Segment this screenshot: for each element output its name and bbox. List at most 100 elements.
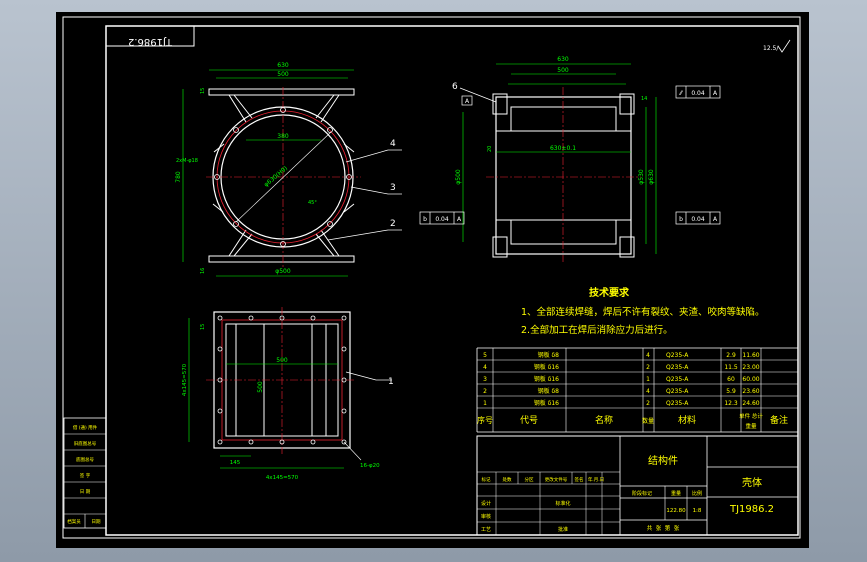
bom-row-no: 3 <box>483 376 487 383</box>
svg-text:A: A <box>713 90 718 97</box>
outer-frame <box>62 16 801 539</box>
side-dim-center: 630±0.1 <box>550 145 576 152</box>
tb-review: 审核 <box>481 513 491 520</box>
bom-row-material: Q235-A <box>666 400 689 407</box>
tech-req-line-2: 2.全部加工在焊后消除应力后进行。 <box>521 324 673 336</box>
bom-row-name: 钢板 δ16 <box>534 363 559 371</box>
bom-h-note: 备注 <box>770 414 788 426</box>
dim-small-bot: 16 <box>200 268 206 274</box>
left-strip: 借 (通) 用件 旧底图总号 底图总号 签 字 日 期 档案员 日期 <box>63 417 107 529</box>
bv-dim-left: 4x145=570 <box>182 363 188 396</box>
side-dim-top-outer: 630 <box>557 56 569 63</box>
callout-6: 6 <box>452 82 458 92</box>
svg-text:b: b <box>679 216 683 223</box>
callout-2: 2 <box>390 219 396 229</box>
bom-h-weight-bot: 重量 <box>745 422 757 430</box>
bom-h-no: 序号 <box>477 415 493 425</box>
bom-h-material: 材料 <box>678 414 696 426</box>
bom-row-qty: 4 <box>646 352 650 359</box>
bom-row-unit-wt: 12.3 <box>724 400 738 407</box>
tb-drawing-no: TJ1986.2 <box>729 504 774 515</box>
tb-group: 结构件 <box>648 454 678 467</box>
surface-finish-mark: 12.5/ <box>763 45 779 52</box>
svg-text:A: A <box>713 216 718 223</box>
strip-row-5: 日 期 <box>80 489 91 495</box>
tb-weight-val: 122.80 <box>666 508 686 514</box>
dim-left: 780 <box>175 171 182 183</box>
tb-design: 设计 <box>481 500 491 507</box>
bom-row-qty: 2 <box>646 400 650 407</box>
callout-4: 4 <box>390 139 396 149</box>
side-view: 630 500 630±0.1 φ500 φ630 φ530 14 20 A ⁄… <box>419 56 721 262</box>
tb-scale-val: 1:8 <box>693 508 702 514</box>
dim-top-outer: 630 <box>277 62 289 69</box>
bom-row-qty: 4 <box>646 388 650 395</box>
svg-text:b: b <box>423 216 427 223</box>
bom-h-name: 名称 <box>595 414 613 426</box>
svg-text:⁄⁄: ⁄⁄ <box>678 90 684 97</box>
bom-table: 5 钢板 δ8 4 Q235-A 2.9 11.60 4 钢板 δ16 2 Q235-A 11.5 2… <box>476 347 799 433</box>
rotated-code-box: TJ1986.2 <box>105 25 195 47</box>
bom-h-code: 代号 <box>520 415 538 426</box>
tb-process: 工艺 <box>481 527 491 533</box>
side-dim-top-inner: 500 <box>557 67 569 74</box>
bom-row-material: Q235-A <box>666 376 689 383</box>
dim-top-inner: 500 <box>277 71 289 78</box>
datum-label: A <box>465 98 470 105</box>
strip-row-4: 签 字 <box>80 472 91 479</box>
tb-weight: 重量 <box>671 490 681 497</box>
tb-mark-col: 分区 <box>525 476 534 483</box>
tech-req-title: 技术要求 <box>589 286 630 299</box>
bom-row-total-wt: 11.60 <box>742 352 759 359</box>
cad-drawing: TJ1986.2 12.5/ 630 500 380 φ500 780 15 1… <box>62 16 801 539</box>
side-dim-right-1: φ630 <box>648 169 655 185</box>
tb-sheets: 共 张 第 张 <box>647 524 680 532</box>
inner-frame <box>105 25 799 536</box>
bv-dim-top-small: 15 <box>200 324 206 330</box>
dim-small-top: 15 <box>200 88 206 94</box>
tb-mark-col: 更改文件号 <box>545 476 568 483</box>
bom-row-unit-wt: 60 <box>727 376 735 383</box>
callout-3: 3 <box>390 183 396 193</box>
side-dim-left: φ500 <box>455 169 462 185</box>
tb-mark-col: 标记 <box>482 476 491 483</box>
bv-dim-inner: 500 <box>276 357 288 364</box>
bom-row-total-wt: 23.00 <box>742 364 759 371</box>
bom-h-weight-top: 单件 总计 <box>739 412 763 420</box>
dim-bottom: φ500 <box>275 268 291 275</box>
bv-dim-bottom-small: 145 <box>230 460 241 466</box>
callout-1: 1 <box>388 377 394 387</box>
tb-mark-col: 签名 <box>575 476 584 483</box>
bom-row-unit-wt: 5.9 <box>726 388 736 395</box>
bom-row-unit-wt: 11.5 <box>724 364 738 371</box>
tb-scale: 比例 <box>692 490 702 497</box>
side-dim-right-2: φ530 <box>638 169 645 185</box>
strip-row-6b: 日期 <box>92 519 101 525</box>
bom-row-no: 2 <box>483 388 487 395</box>
bv-dim-bottom-total: 4x145=570 <box>266 475 299 481</box>
bv-hole-note: 16-φ20 <box>360 463 380 469</box>
hole-note: 2xM-φ18 <box>176 158 198 164</box>
side-dim-small-right: 14 <box>641 96 647 102</box>
bom-row-name: 钢板 δ16 <box>534 375 559 383</box>
strip-row-1: 借 (通) 用件 <box>73 424 98 431</box>
bom-row-qty: 2 <box>646 364 650 371</box>
fcf-top: ⁄⁄ 0.04 A <box>675 85 721 99</box>
bom-row-no: 5 <box>483 352 487 359</box>
bv-dim-inner-vert: 500 <box>257 381 264 393</box>
drawing-sheet: TJ1986.2 12.5/ 630 500 380 φ500 780 15 1… <box>56 12 809 548</box>
bom-row-name: 钢板 δ8 <box>538 387 560 395</box>
bom-row-total-wt: 60.00 <box>742 376 759 383</box>
side-dim-small-left: 20 <box>487 146 493 152</box>
tb-mark-col: 年.月.日 <box>588 476 604 483</box>
tb-standardize: 标准化 <box>555 500 570 507</box>
bom-row-material: Q235-A <box>666 364 689 371</box>
tb-part-name: 壳体 <box>742 476 762 489</box>
svg-text:0.04: 0.04 <box>691 216 705 223</box>
tb-mark-col: 处数 <box>503 476 512 483</box>
bom-row-no: 1 <box>483 400 487 407</box>
top-view: 630 500 380 φ500 780 15 16 2xM-φ18 φ630(… <box>175 62 361 277</box>
tech-req-line-1: 1、全部连续焊缝，焊后不许有裂纹、夹渣、咬肉等缺陷。 <box>521 306 765 318</box>
bom-row-name: 钢板 δ8 <box>538 351 560 359</box>
bom-row-name: 钢板 δ16 <box>534 399 559 407</box>
